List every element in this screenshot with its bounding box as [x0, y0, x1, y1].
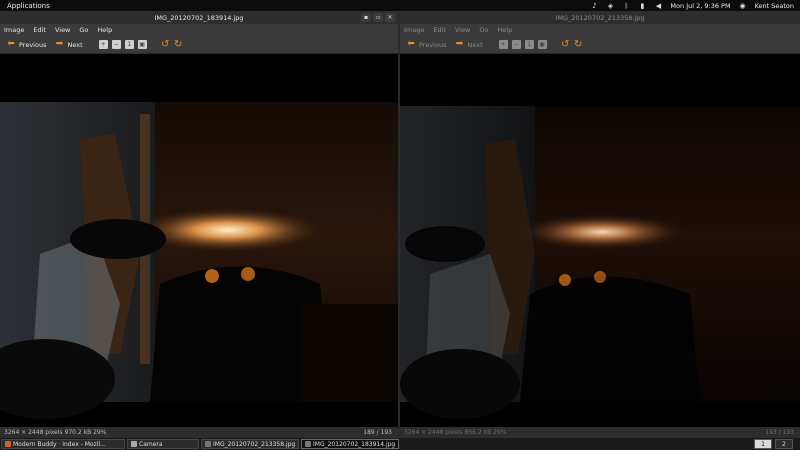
arrow-left-icon: ⬅ — [7, 39, 15, 49]
menu-bar: Image Edit View Go Help — [400, 24, 800, 36]
image-position: 193 / 193 — [765, 429, 794, 436]
next-label: Next — [67, 40, 83, 49]
menu-help[interactable]: Help — [497, 26, 512, 34]
task-image-183914[interactable]: IMG_20120702_183914.jpg — [301, 439, 399, 449]
notification-icon[interactable]: ♪ — [590, 2, 598, 10]
previous-label: Previous — [419, 40, 447, 49]
image-icon — [305, 441, 311, 447]
menu-go[interactable]: Go — [79, 26, 88, 34]
system-tray: ♪ ◈ ᛒ ▮ ◀ Mon Jul 2, 9:36 PM ◉ Kent Seat… — [590, 2, 800, 10]
status-bar: 3264 × 2448 pixels 856.2 kB 29% 193 / 19… — [400, 427, 800, 438]
zoom-fit-icon[interactable]: ▣ — [537, 40, 547, 49]
workspace-1[interactable]: 1 — [754, 439, 772, 449]
menu-image[interactable]: Image — [404, 26, 424, 34]
battery-icon[interactable]: ▮ — [638, 2, 646, 10]
rotate-left-icon[interactable]: ↺ — [561, 39, 570, 50]
taskbar: Modern Buddy · Index - Mozil... Camera I… — [0, 438, 800, 450]
menu-view[interactable]: View — [55, 26, 70, 34]
window-title: IMG_20120702_183914.jpg — [154, 13, 244, 22]
image-viewer-window-right: IMG_20120702_213358.jpg Image Edit View … — [400, 11, 800, 438]
top-panel: Applications ♪ ◈ ᛒ ▮ ◀ Mon Jul 2, 9:36 P… — [0, 0, 800, 11]
image-viewer-window-left: IMG_20120702_183914.jpg ▪ ▫ × Image Edit… — [0, 11, 398, 438]
rotate-right-icon[interactable]: ↻ — [574, 39, 583, 50]
task-browser[interactable]: Modern Buddy · Index - Mozil... — [1, 439, 125, 449]
zoom-normal-icon[interactable]: 1 — [124, 40, 134, 49]
menu-image[interactable]: Image — [4, 26, 24, 34]
image-info: 3264 × 2448 pixels 856.2 kB 29% — [404, 429, 507, 436]
applications-menu[interactable]: Applications — [0, 2, 50, 10]
clock[interactable]: Mon Jul 2, 9:36 PM — [670, 2, 730, 10]
toolbar: ⬅ Previous ➡ Next + − 1 ▣ ↺ ↻ — [400, 36, 800, 54]
workspace-switcher: 1 2 — [754, 439, 800, 449]
bluetooth-icon[interactable]: ᛒ — [622, 2, 630, 10]
task-label: IMG_20120702_183914.jpg — [313, 440, 396, 448]
image-position: 189 / 193 — [363, 429, 392, 436]
arrow-left-icon: ⬅ — [407, 39, 415, 49]
user-menu[interactable]: Kent Seaton — [755, 2, 794, 10]
volume-icon[interactable]: ◀ — [654, 2, 662, 10]
menu-view[interactable]: View — [455, 26, 470, 34]
title-bar[interactable]: IMG_20120702_183914.jpg ▪ ▫ × — [0, 11, 398, 24]
window-title: IMG_20120702_213358.jpg — [555, 13, 645, 22]
next-label: Next — [467, 40, 483, 49]
task-label: Modern Buddy · Index - Mozil... — [13, 440, 106, 448]
zoom-in-icon[interactable]: + — [98, 40, 108, 49]
maximize-button[interactable]: ▫ — [373, 13, 383, 22]
zoom-in-icon[interactable]: + — [498, 40, 508, 49]
rotate-right-icon[interactable]: ↻ — [174, 39, 183, 50]
zoom-normal-icon[interactable]: 1 — [524, 40, 534, 49]
zoom-out-icon[interactable]: − — [111, 40, 121, 49]
task-label: IMG_20120702_213358.jpg — [213, 440, 296, 448]
image-view[interactable] — [0, 54, 398, 427]
photo-motorcycle-headlight-dark — [400, 106, 800, 419]
window-controls: ▪ ▫ × — [361, 13, 395, 22]
toolbar: ⬅ Previous ➡ Next + − 1 ▣ ↺ ↻ — [0, 36, 398, 54]
menu-go[interactable]: Go — [479, 26, 488, 34]
rotate-left-icon[interactable]: ↺ — [161, 39, 170, 50]
task-camera[interactable]: Camera — [127, 439, 199, 449]
previous-button[interactable]: ⬅ Previous — [404, 40, 448, 49]
close-button[interactable]: × — [385, 13, 395, 22]
image-view[interactable] — [400, 54, 800, 427]
menu-bar: Image Edit View Go Help — [0, 24, 398, 36]
image-info: 3264 × 2448 pixels 970.2 kB 29% — [4, 429, 107, 436]
photo-motorcycle-headlight — [0, 102, 398, 419]
user-icon: ◉ — [739, 1, 746, 10]
menu-edit[interactable]: Edit — [33, 26, 46, 34]
zoom-out-icon[interactable]: − — [511, 40, 521, 49]
browser-icon — [5, 441, 11, 447]
title-bar[interactable]: IMG_20120702_213358.jpg — [400, 11, 800, 24]
minimize-button[interactable]: ▪ — [361, 13, 371, 22]
next-button[interactable]: ➡ Next — [452, 40, 484, 49]
camera-icon — [131, 441, 137, 447]
menu-edit[interactable]: Edit — [433, 26, 446, 34]
arrow-right-icon: ➡ — [55, 39, 64, 49]
menu-help[interactable]: Help — [97, 26, 112, 34]
workspace-2[interactable]: 2 — [775, 439, 793, 449]
arrow-right-icon: ➡ — [455, 39, 464, 49]
zoom-fit-icon[interactable]: ▣ — [137, 40, 147, 49]
previous-label: Previous — [19, 40, 47, 49]
image-icon — [205, 441, 211, 447]
previous-button[interactable]: ⬅ Previous — [4, 40, 48, 49]
task-label: Camera — [139, 440, 163, 448]
status-bar: 3264 × 2448 pixels 970.2 kB 29% 189 / 19… — [0, 427, 398, 438]
network-icon[interactable]: ◈ — [606, 2, 614, 10]
next-button[interactable]: ➡ Next — [52, 40, 84, 49]
task-image-213358[interactable]: IMG_20120702_213358.jpg — [201, 439, 299, 449]
